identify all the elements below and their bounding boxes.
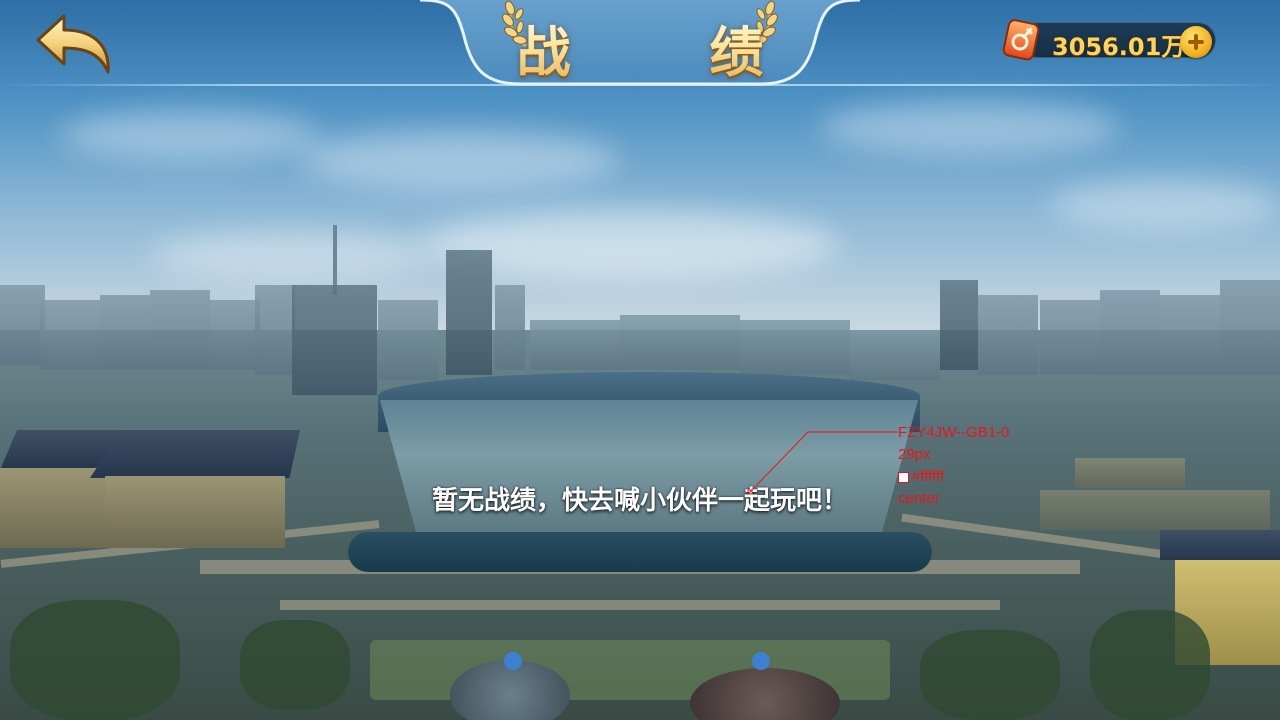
annotation-color: #ffffff <box>912 468 944 485</box>
color-swatch <box>898 471 909 483</box>
annotation-align: center <box>898 490 940 507</box>
annotation-leader-line <box>747 431 898 495</box>
design-annotation: FZY4JW--GB1-0 29px #ffffff center <box>898 422 1009 510</box>
annotation-color-row: #ffffff <box>898 466 1009 488</box>
annotation-size: 29px <box>898 446 931 463</box>
annotation-font: FZY4JW--GB1-0 <box>898 424 1010 441</box>
